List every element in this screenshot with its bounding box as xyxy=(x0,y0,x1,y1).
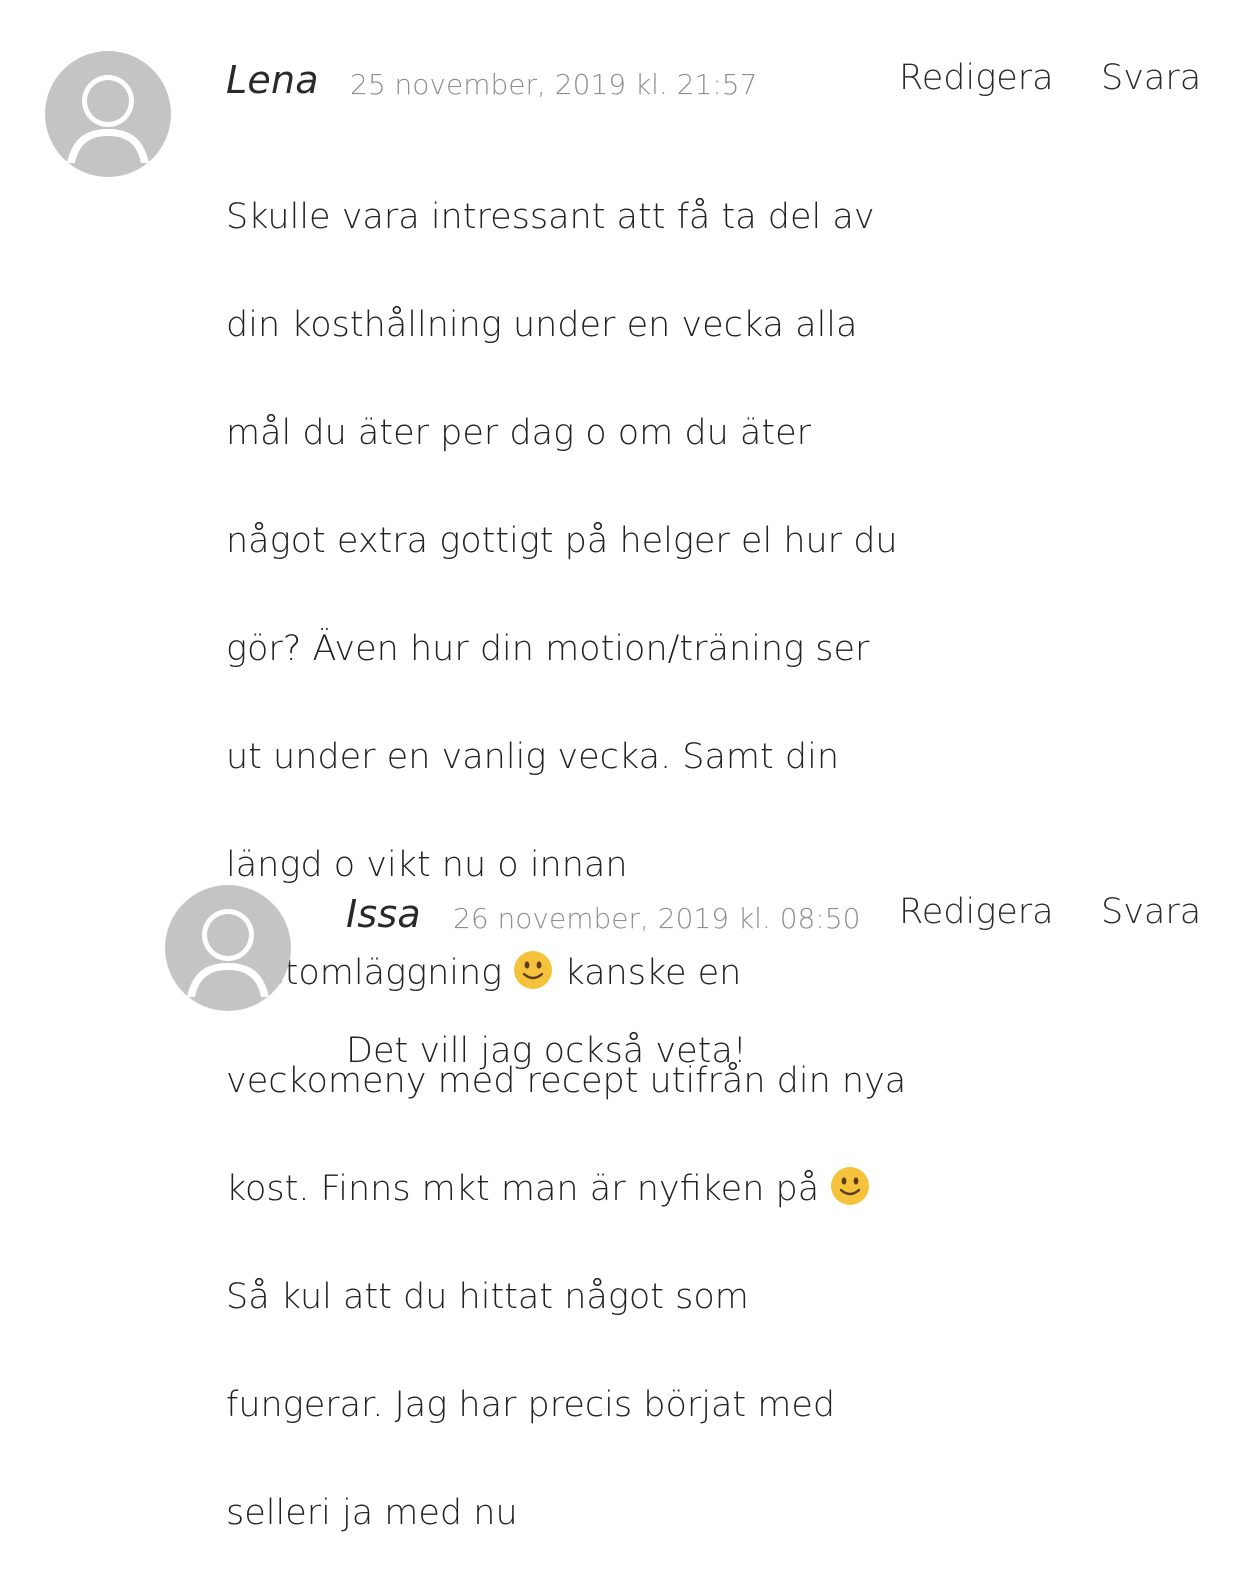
comment-line: ut under en vanlig vecka. Samt din xyxy=(226,737,839,777)
comment-text: kost. Finns mkt man är nyfiken på xyxy=(226,1169,820,1209)
comment: Lena 25 november, 2019 kl. 21:57 Rediger… xyxy=(0,0,1242,1533)
comment-body: Det vill jag också veta! xyxy=(346,970,946,1132)
avatar xyxy=(165,885,291,1011)
default-avatar-icon xyxy=(45,51,171,177)
comment-line: Skulle vara intressant att få ta del av xyxy=(226,197,875,237)
comment-author[interactable]: Issa xyxy=(346,892,421,936)
reply-link[interactable]: Svara xyxy=(1101,58,1201,98)
comment-line: Det vill jag också veta! xyxy=(346,1031,747,1071)
comment-date[interactable]: 25 november, 2019 kl. 21:57 xyxy=(350,68,757,101)
comment-line: något extra gottigt på helger el hur du xyxy=(226,521,898,561)
slightly-smiling-face-icon xyxy=(831,1167,870,1205)
edit-link[interactable]: Redigera xyxy=(899,892,1054,932)
comment-line: kost. Finns mkt man är nyfiken på xyxy=(226,1162,946,1216)
comment-line: gör? Även hur din motion/träning ser xyxy=(226,629,870,669)
comment-line: fungerar. Jag har precis börjat med xyxy=(226,1385,836,1425)
comment-line: selleri ja med nu xyxy=(226,1493,518,1533)
edit-link[interactable]: Redigera xyxy=(899,58,1054,98)
reply-comment: Issa 26 november, 2019 kl. 08:50 Rediger… xyxy=(0,860,1242,1071)
comment-line: din kosthållning under en vecka alla xyxy=(226,305,858,345)
comment-date[interactable]: 26 november, 2019 kl. 08:50 xyxy=(453,902,860,935)
comment-line: Så kul att du hittat något som xyxy=(226,1277,749,1317)
comment-author[interactable]: Lena xyxy=(226,58,319,102)
comment-line: mål du äter per dag o om du äter xyxy=(226,413,811,453)
avatar xyxy=(45,51,171,177)
reply-link[interactable]: Svara xyxy=(1101,892,1201,932)
default-avatar-icon xyxy=(165,885,291,1011)
